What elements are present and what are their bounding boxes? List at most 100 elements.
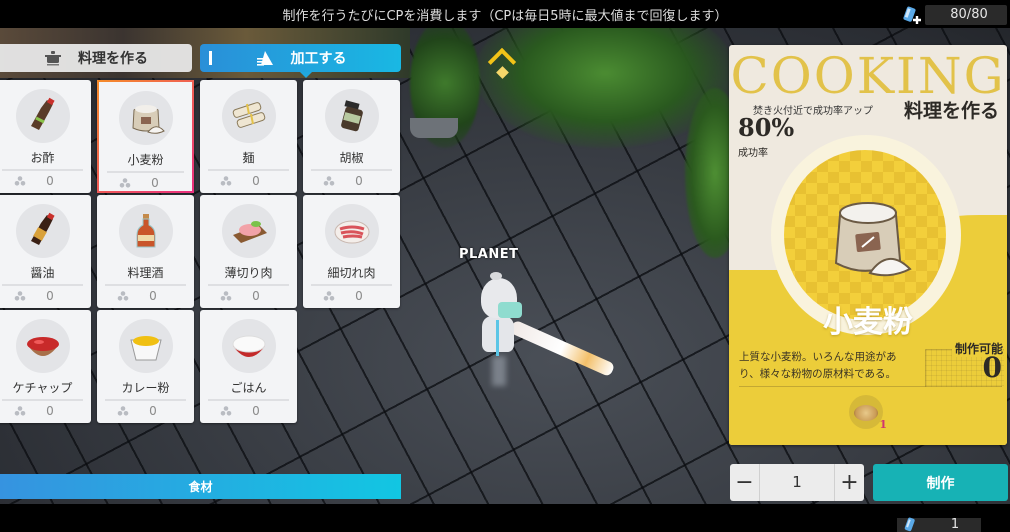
owned-count-icon xyxy=(220,291,232,301)
item-thumbnail xyxy=(221,319,276,373)
item-thumbnail xyxy=(118,204,173,258)
item-card-4[interactable]: 胡椒 0 xyxy=(303,80,400,193)
decrease-quantity-button[interactable]: − xyxy=(730,464,760,501)
owned-count-icon xyxy=(119,178,131,188)
craft-button-label: 制作 xyxy=(926,475,955,492)
item-divider xyxy=(2,399,83,401)
background-planter xyxy=(410,118,458,138)
player-character[interactable] xyxy=(478,272,628,386)
flour-sack-icon xyxy=(834,202,912,277)
top-bar: 制作を行うたびにCPを消費します（CPは毎日5時に最大値まで回復します） 80/… xyxy=(0,0,1010,28)
owned-count-icon xyxy=(323,291,335,301)
item-thumbnail xyxy=(15,204,70,258)
item-name: 胡椒 xyxy=(339,151,364,165)
cp-value: 80/80 xyxy=(950,7,988,22)
item-owned-count: 0 xyxy=(252,174,260,188)
item-name: 小麦粉 xyxy=(127,153,164,167)
character-ribbon xyxy=(496,320,499,356)
item-owned-count: 0 xyxy=(355,289,363,303)
tab-processing[interactable]: 加工する xyxy=(200,44,401,78)
tab-cooking-label: 料理を作る xyxy=(78,51,148,67)
materials-tab-button[interactable]: 食材 xyxy=(0,474,401,499)
success-rate-label: 成功率 xyxy=(738,148,768,159)
wheat-ingredient-icon[interactable]: 1 xyxy=(849,395,887,431)
waypoint-marker-icon[interactable] xyxy=(487,47,518,84)
item-owned-count: 0 xyxy=(46,289,54,303)
cooking-pot-icon xyxy=(44,50,62,66)
item-owned-count: 0 xyxy=(151,176,159,190)
item-owned-count: 0 xyxy=(46,404,54,418)
owned-count-icon xyxy=(220,176,232,186)
item-owned-count: 0 xyxy=(355,174,363,188)
tab-active-indicator xyxy=(209,51,212,65)
noodles-icon xyxy=(232,102,265,128)
owned-count-icon xyxy=(117,291,129,301)
item-card-8[interactable]: 細切れ肉 0 xyxy=(303,195,400,308)
item-name: 薄切り肉 xyxy=(224,266,273,280)
item-divider xyxy=(107,171,184,173)
item-thumbnail xyxy=(221,89,276,143)
item-thumbnail xyxy=(221,204,276,258)
cp-can-plus-icon[interactable] xyxy=(903,4,923,26)
item-divider xyxy=(2,169,83,171)
quantity-value[interactable]: 1 xyxy=(760,473,834,491)
item-card-1[interactable]: お酢 0 xyxy=(0,80,91,193)
processing-icon xyxy=(255,50,275,66)
item-card-3[interactable]: 麺 0 xyxy=(200,80,297,193)
item-card-2[interactable]: 小麦粉 0 xyxy=(97,80,194,193)
success-rate-value: 80% xyxy=(738,113,795,142)
item-name: お酢 xyxy=(30,151,55,165)
item-owned-count: 0 xyxy=(149,404,157,418)
owned-count-icon xyxy=(14,406,26,416)
pepper-jar-icon xyxy=(340,100,363,132)
cp-can-icon xyxy=(904,517,915,532)
item-divider xyxy=(2,284,83,286)
item-divider xyxy=(208,284,289,286)
increase-quantity-button[interactable]: + xyxy=(834,464,864,501)
item-name: ケチャップ xyxy=(12,381,73,395)
owned-count-icon xyxy=(220,406,232,416)
tab-pointer xyxy=(300,72,312,78)
item-card-5[interactable]: 醤油 0 xyxy=(0,195,91,308)
sliced-meat-icon xyxy=(232,221,267,243)
curry-powder-icon xyxy=(129,336,162,361)
item-name: 麺 xyxy=(242,151,255,165)
item-divider xyxy=(105,399,186,401)
vinegar-bottle-icon xyxy=(30,97,55,130)
item-divider xyxy=(208,169,289,171)
item-card-9[interactable]: ケチャップ 0 xyxy=(0,310,91,423)
character-weapon xyxy=(509,319,616,378)
item-name: 料理酒 xyxy=(127,266,164,280)
bottom-item-count: 1 xyxy=(950,517,960,532)
character-hair-bun xyxy=(490,272,502,280)
item-owned-count: 0 xyxy=(252,404,260,418)
item-card-11[interactable]: ごはん 0 xyxy=(200,310,297,423)
owned-count-icon xyxy=(14,176,26,186)
craftable-value: 0 xyxy=(982,351,1002,384)
flour-sack-icon xyxy=(131,105,165,134)
item-thumbnail xyxy=(118,319,173,373)
item-card-6[interactable]: 料理酒 0 xyxy=(97,195,194,308)
cp-notice: 制作を行うたびにCPを消費します（CPは毎日5時に最大値まで回復します） xyxy=(282,9,728,24)
tab-processing-label: 加工する xyxy=(290,51,347,67)
item-divider xyxy=(105,284,186,286)
item-thumbnail xyxy=(15,319,70,373)
ingredient-image xyxy=(854,405,878,421)
character-reflection xyxy=(492,356,506,386)
item-divider xyxy=(208,399,289,401)
quantity-stepper: − 1 + xyxy=(730,464,864,501)
character-bow xyxy=(498,302,522,318)
item-name: 細切れ肉 xyxy=(327,266,376,280)
item-card-10[interactable]: カレー粉 0 xyxy=(97,310,194,423)
item-divider xyxy=(311,284,392,286)
tab-cooking[interactable]: 料理を作る xyxy=(0,44,192,72)
player-name-label: PLANET xyxy=(459,247,519,262)
craft-button[interactable]: 制作 xyxy=(873,464,1008,501)
materials-label: 食材 xyxy=(188,480,213,494)
item-name: ごはん xyxy=(230,381,267,395)
ingredient-quantity: 1 xyxy=(879,418,887,431)
item-name: カレー粉 xyxy=(121,381,170,395)
item-thumbnail xyxy=(324,89,379,143)
owned-count-icon xyxy=(117,406,129,416)
item-card-7[interactable]: 薄切り肉 0 xyxy=(200,195,297,308)
